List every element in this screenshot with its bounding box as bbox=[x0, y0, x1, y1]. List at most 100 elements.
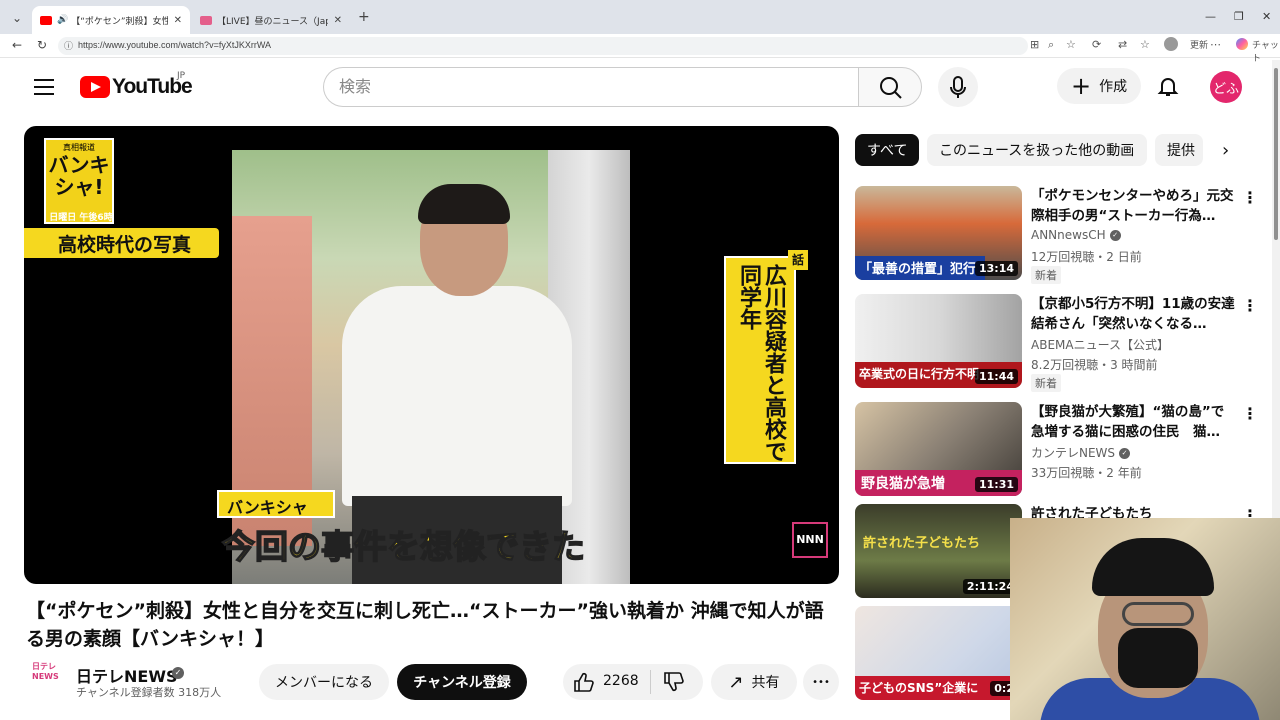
thumbnail-text: 「最善の措置」犯行 bbox=[855, 256, 985, 280]
nnn-logo: NNN bbox=[792, 522, 828, 558]
tab-list-icon[interactable]: ⌄ bbox=[12, 11, 22, 25]
related-thumbnail[interactable]: 卒業式の日に行方不明 11:44 bbox=[855, 294, 1022, 388]
thumbs-down-icon bbox=[664, 672, 684, 692]
webcam-glasses bbox=[1122, 602, 1194, 626]
video-frame-person-hair bbox=[418, 184, 510, 224]
chip-provided[interactable]: 提供 bbox=[1155, 134, 1203, 166]
reload-icon[interactable]: ↻ bbox=[37, 38, 47, 52]
related-thumbnail[interactable]: 子どものSNS”企業に 0:2 bbox=[855, 606, 1022, 700]
like-button[interactable] bbox=[573, 672, 595, 696]
more-vertical-icon[interactable]: ⋮ bbox=[1242, 188, 1258, 207]
notifications-bell-icon[interactable] bbox=[1156, 74, 1180, 98]
thumbnail-text: 許された子どもたち bbox=[863, 536, 981, 551]
browser-tab-active[interactable]: 🔊 【“ポケセン”刺殺】女性と自分を交互に ✕ bbox=[32, 6, 190, 34]
related-title[interactable]: 【野良猫が大繁殖】“猫の島”で急増する猫に困惑の住民 猫… bbox=[1031, 402, 1237, 442]
new-tab-icon[interactable]: + bbox=[358, 9, 370, 25]
more-actions-button[interactable]: ••• bbox=[803, 664, 839, 700]
video-player[interactable]: 真相報道 バンキシャ! 日曜日 午後6時 高校時代の写真 話 広川容疑者と高校で… bbox=[24, 126, 839, 584]
related-title[interactable]: 【京都小5行方不明】11歳の安達結希さん「突然いなくなる… bbox=[1031, 294, 1237, 334]
like-dislike-group: 2268 bbox=[563, 664, 703, 700]
related-thumbnail[interactable]: 野良猫が急増 11:31 bbox=[855, 402, 1022, 496]
related-channel[interactable]: ANNnewsCH ✓ bbox=[1031, 228, 1121, 242]
search-button[interactable] bbox=[858, 67, 922, 107]
related-channel[interactable]: カンテレNEWS ✓ bbox=[1031, 444, 1131, 461]
like-divider bbox=[650, 670, 651, 694]
share-icon: ↗ bbox=[728, 671, 744, 693]
create-label: 作成 bbox=[1099, 79, 1128, 95]
verified-badge-icon: ✓ bbox=[172, 667, 184, 679]
microphone-icon bbox=[950, 76, 966, 98]
chevron-right-icon[interactable]: › bbox=[1222, 140, 1229, 161]
more-vertical-icon[interactable]: ⋮ bbox=[1242, 296, 1258, 315]
favorites-bar-icon[interactable]: ☆ bbox=[1140, 38, 1150, 51]
subscriber-count: チャンネル登録者数 318万人 bbox=[76, 686, 222, 699]
related-thumbnail[interactable]: 「最善の措置」犯行 13:14 bbox=[855, 186, 1022, 280]
related-meta: 33万回視聴・2 年前 bbox=[1031, 466, 1142, 480]
minimize-icon[interactable]: — bbox=[1205, 10, 1216, 23]
photo-banner: 高校時代の写真 bbox=[24, 228, 219, 258]
copilot-icon[interactable] bbox=[1236, 38, 1248, 50]
program-badge-title: バンキシャ! bbox=[48, 153, 110, 199]
create-button[interactable]: + 作成 bbox=[1057, 68, 1141, 104]
close-tab-icon[interactable]: ✕ bbox=[174, 15, 182, 26]
related-meta: 12万回視聴・2 日前 bbox=[1031, 250, 1142, 264]
zoom-icon[interactable]: ⌕ bbox=[1048, 38, 1054, 52]
close-tab-icon[interactable]: ✕ bbox=[334, 15, 342, 26]
voice-search-button[interactable] bbox=[938, 67, 978, 107]
app-icon[interactable]: ⊞ bbox=[1030, 38, 1039, 51]
address-bar[interactable]: ⓘ https://www.youtube.com/watch?v=fyXtJK… bbox=[58, 37, 1028, 55]
scrollbar-thumb[interactable] bbox=[1274, 68, 1278, 240]
vertical-caption-text: 広川容疑者と高校で同学年 bbox=[736, 264, 786, 462]
dislike-button[interactable] bbox=[663, 672, 685, 696]
program-badge-sub: 真相報道 bbox=[63, 143, 95, 152]
plus-icon: + bbox=[1071, 72, 1092, 100]
share-button[interactable]: ↗ 共有 bbox=[711, 664, 797, 700]
back-icon[interactable]: ← bbox=[12, 38, 22, 52]
extension-icon[interactable]: ⟳ bbox=[1092, 38, 1101, 51]
profile-icon[interactable] bbox=[1164, 37, 1178, 51]
chip-all[interactable]: すべて bbox=[855, 134, 919, 166]
channel-avatar[interactable]: 日テレNEWS bbox=[32, 662, 59, 696]
verified-badge-icon: ✓ bbox=[1109, 230, 1121, 241]
youtube-favicon-icon bbox=[200, 15, 212, 25]
webcam-overlay bbox=[1010, 518, 1280, 720]
more-vertical-icon[interactable]: ⋮ bbox=[1242, 404, 1258, 423]
audio-icon: 🔊 bbox=[57, 15, 69, 25]
search-icon bbox=[880, 77, 902, 99]
related-thumbnail[interactable]: 許された子どもたち 2:11:24 bbox=[855, 504, 1022, 598]
user-avatar[interactable]: どふ bbox=[1210, 71, 1242, 103]
subscribe-button[interactable]: チャンネル登録 bbox=[397, 664, 527, 700]
thumbs-up-icon bbox=[574, 672, 594, 692]
browser-tab[interactable]: 【LIVE】昼のニュース（Japan News Di ✕ bbox=[192, 6, 350, 34]
split-icon[interactable]: ⇄ bbox=[1118, 38, 1127, 51]
region-label: JP bbox=[177, 71, 186, 81]
related-channel-name: ANNnewsCH bbox=[1031, 228, 1106, 242]
photo-banner-text: 高校時代の写真 bbox=[58, 234, 192, 256]
chip-related-news[interactable]: このニュースを扱った他の動画 bbox=[927, 134, 1147, 166]
restore-icon[interactable]: ❐ bbox=[1234, 10, 1244, 23]
search-input[interactable] bbox=[339, 77, 839, 96]
search-box[interactable] bbox=[323, 67, 859, 107]
related-channel-name: カンテレNEWS bbox=[1031, 446, 1116, 460]
browser-toolbar: ← ↻ ⓘ https://www.youtube.com/watch?v=fy… bbox=[0, 34, 1280, 64]
hamburger-menu-icon[interactable] bbox=[30, 74, 58, 100]
vertical-caption-mark: 話 bbox=[788, 250, 808, 270]
more-menu-icon[interactable]: ⋯ bbox=[1210, 38, 1221, 51]
favorite-icon[interactable]: ☆ bbox=[1066, 38, 1076, 51]
site-info-icon[interactable]: ⓘ bbox=[64, 39, 73, 52]
join-membership-button[interactable]: メンバーになる bbox=[259, 664, 389, 700]
related-title[interactable]: 「ポケモンセンターやめろ」元交際相手の男“ストーカー行為… bbox=[1031, 186, 1237, 226]
new-badge: 新着 bbox=[1031, 266, 1061, 284]
browser-tab-strip: ⌄ 🔊 【“ポケセン”刺殺】女性と自分を交互に ✕ 【LIVE】昼のニュース（J… bbox=[0, 0, 1280, 34]
tab-label: 【LIVE】昼のニュース（Japan News Di bbox=[217, 16, 328, 27]
youtube-logo-icon[interactable] bbox=[80, 76, 110, 98]
verified-badge-icon: ✓ bbox=[1119, 448, 1131, 459]
related-channel[interactable]: ABEMAニュース【公式】 bbox=[1031, 336, 1169, 353]
new-badge: 新着 bbox=[1031, 374, 1061, 392]
close-window-icon[interactable]: ✕ bbox=[1262, 10, 1271, 23]
webcam-cap bbox=[1092, 538, 1214, 596]
webcam-mask bbox=[1118, 628, 1198, 688]
caption-tag: バンキシャ bbox=[217, 490, 335, 518]
update-button[interactable]: 更新 bbox=[1190, 38, 1208, 51]
youtube-favicon-icon bbox=[40, 15, 52, 25]
